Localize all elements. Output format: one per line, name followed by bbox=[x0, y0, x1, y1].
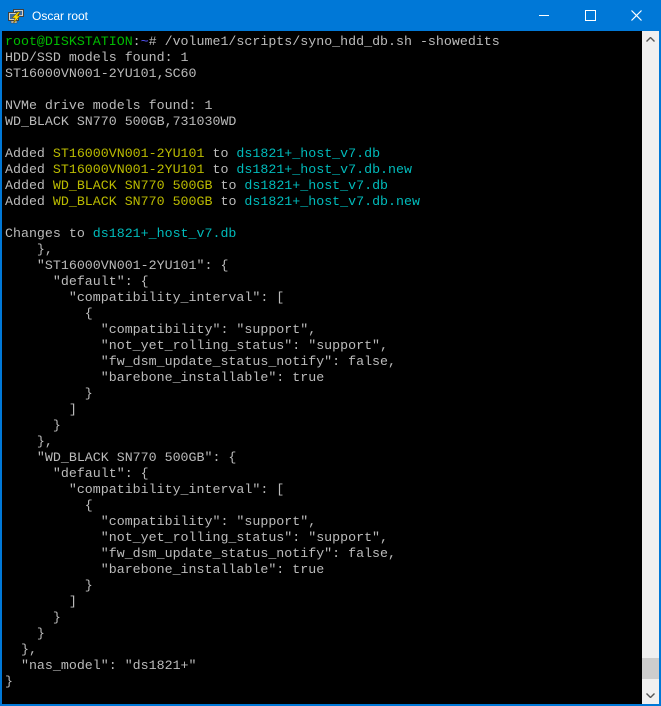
terminal-line bbox=[5, 130, 642, 146]
terminal-line: "fw_dsm_update_status_notify": false, bbox=[5, 354, 642, 370]
close-icon bbox=[631, 10, 642, 21]
close-button[interactable] bbox=[613, 0, 659, 31]
scroll-up-button[interactable] bbox=[642, 31, 659, 48]
terminal-line: HDD/SSD models found: 1 bbox=[5, 50, 642, 66]
terminal-line: Added WD_BLACK SN770 500GB to ds1821+_ho… bbox=[5, 194, 642, 210]
terminal-line: "nas_model": "ds1821+" bbox=[5, 658, 642, 674]
terminal-line: } bbox=[5, 626, 642, 642]
terminal-line: }, bbox=[5, 642, 642, 658]
terminal-line: "not_yet_rolling_status": "support", bbox=[5, 338, 642, 354]
window-title: Oscar root bbox=[32, 9, 88, 23]
terminal-line: } bbox=[5, 386, 642, 402]
terminal-line: { bbox=[5, 306, 642, 322]
terminal-line: Added ST16000VN001-2YU101 to ds1821+_hos… bbox=[5, 146, 642, 162]
terminal-line: WD_BLACK SN770 500GB,731030WD bbox=[5, 114, 642, 130]
scroll-down-button[interactable] bbox=[642, 687, 659, 704]
terminal-line: { bbox=[5, 498, 642, 514]
maximize-icon bbox=[585, 10, 596, 21]
terminal-line: } bbox=[5, 578, 642, 594]
terminal-line: ST16000VN001-2YU101,SC60 bbox=[5, 66, 642, 82]
terminal-line: "compatibility": "support", bbox=[5, 514, 642, 530]
terminal-body: root@DISKSTATION:~# /volume1/scripts/syn… bbox=[2, 31, 659, 704]
terminal-line: "WD_BLACK SN770 500GB": { bbox=[5, 450, 642, 466]
minimize-button[interactable] bbox=[521, 0, 567, 31]
terminal-line: "default": { bbox=[5, 466, 642, 482]
terminal-line: "default": { bbox=[5, 274, 642, 290]
terminal-line: root@DISKSTATION:~# /volume1/scripts/syn… bbox=[5, 34, 642, 50]
terminal-line: ] bbox=[5, 402, 642, 418]
terminal-line: "compatibility_interval": [ bbox=[5, 290, 642, 306]
terminal-line: }, bbox=[5, 242, 642, 258]
terminal-line: ] bbox=[5, 594, 642, 610]
terminal-output[interactable]: root@DISKSTATION:~# /volume1/scripts/syn… bbox=[2, 31, 642, 704]
terminal-line: "not_yet_rolling_status": "support", bbox=[5, 530, 642, 546]
maximize-button[interactable] bbox=[567, 0, 613, 31]
terminal-line: } bbox=[5, 674, 642, 690]
terminal-line: } bbox=[5, 610, 642, 626]
putty-app-icon[interactable] bbox=[8, 8, 24, 24]
terminal-line: "fw_dsm_update_status_notify": false, bbox=[5, 546, 642, 562]
chevron-down-icon bbox=[646, 693, 655, 698]
caption-buttons bbox=[521, 0, 659, 31]
terminal-line: NVMe drive models found: 1 bbox=[5, 98, 642, 114]
scrollbar-thumb[interactable] bbox=[642, 658, 659, 679]
terminal-line: "barebone_installable": true bbox=[5, 370, 642, 386]
scrollbar[interactable] bbox=[642, 31, 659, 704]
putty-terminal-icon bbox=[8, 8, 24, 24]
terminal-line bbox=[5, 210, 642, 226]
terminal-line: Added WD_BLACK SN770 500GB to ds1821+_ho… bbox=[5, 178, 642, 194]
terminal-line: "compatibility_interval": [ bbox=[5, 482, 642, 498]
terminal-line: "barebone_installable": true bbox=[5, 562, 642, 578]
minimize-icon bbox=[539, 15, 549, 16]
terminal-line: } bbox=[5, 418, 642, 434]
titlebar[interactable]: Oscar root bbox=[2, 0, 659, 31]
terminal-line: "compatibility": "support", bbox=[5, 322, 642, 338]
terminal-line: "ST16000VN001-2YU101": { bbox=[5, 258, 642, 274]
terminal-line: Added ST16000VN001-2YU101 to ds1821+_hos… bbox=[5, 162, 642, 178]
terminal-line: Changes to ds1821+_host_v7.db bbox=[5, 226, 642, 242]
terminal-window: Oscar root root@DISKSTATION:~# /volume1/… bbox=[0, 0, 661, 706]
terminal-line: }, bbox=[5, 434, 642, 450]
terminal-line bbox=[5, 82, 642, 98]
chevron-up-icon bbox=[646, 37, 655, 42]
